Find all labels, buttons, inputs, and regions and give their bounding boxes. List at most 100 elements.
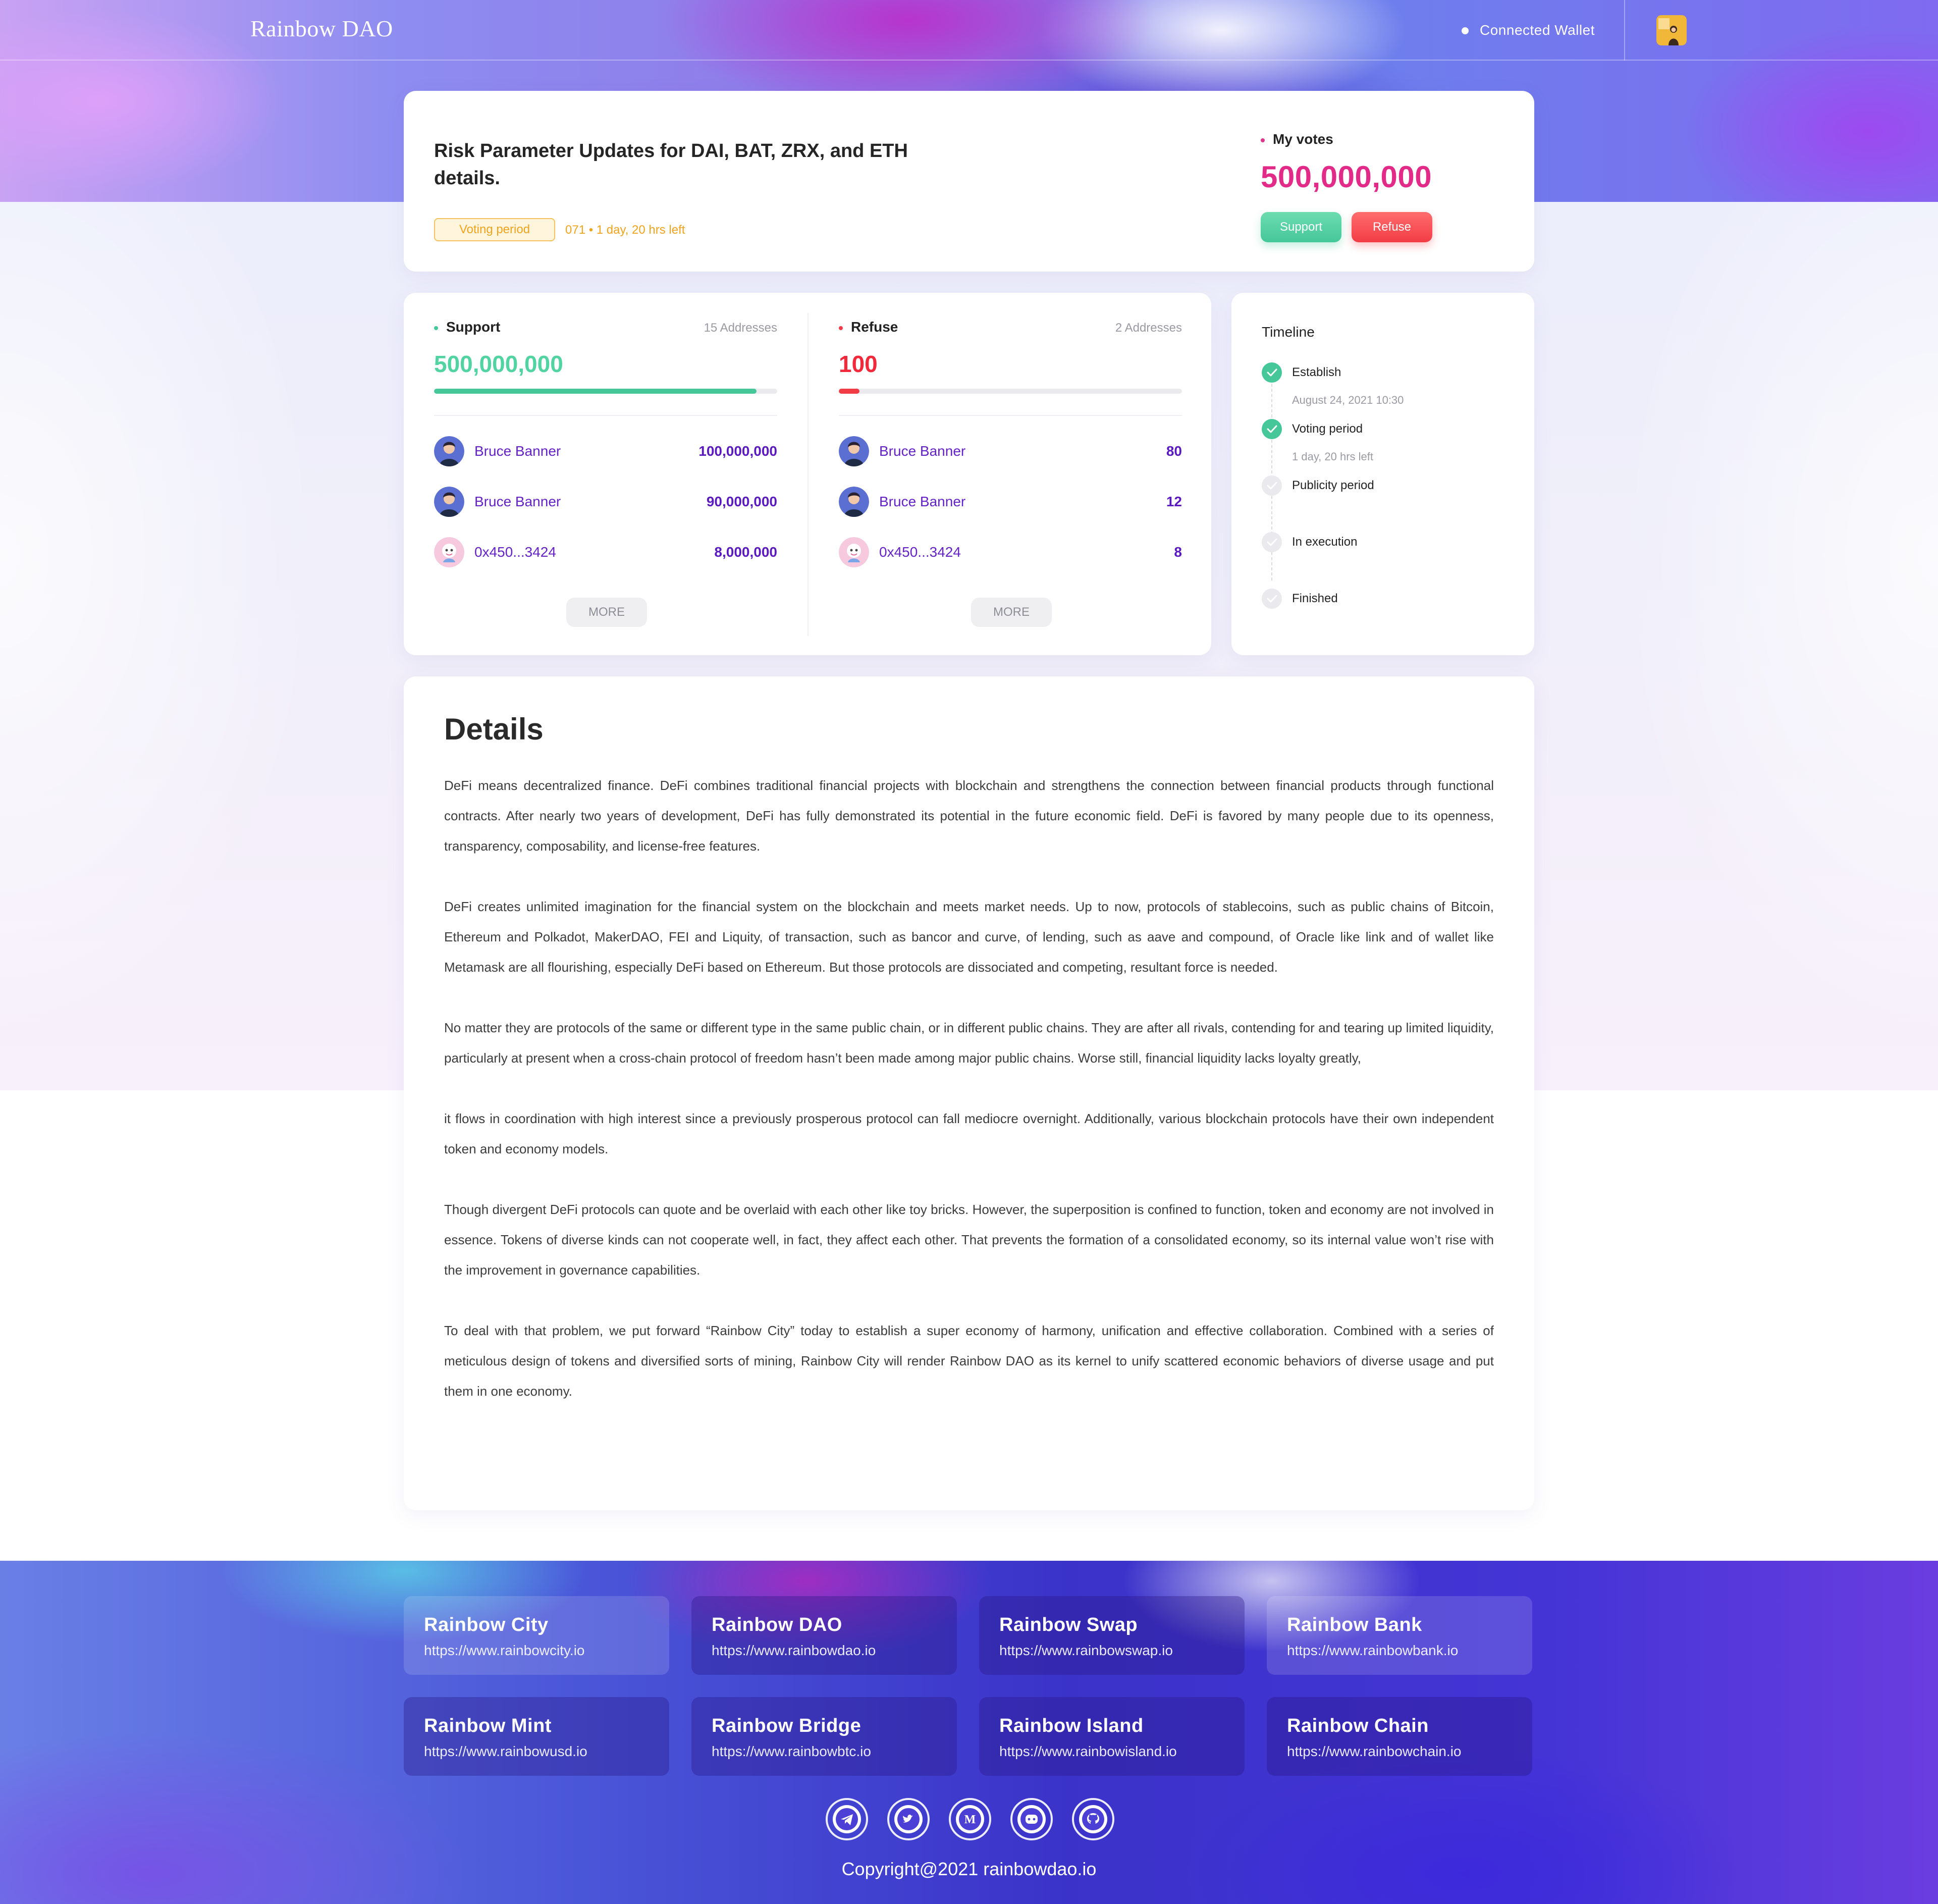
refuse-dot	[839, 326, 843, 330]
man-avatar	[839, 436, 869, 466]
footer-link-rainbow-island[interactable]: Rainbow Island https://www.rainbowisland…	[979, 1697, 1245, 1776]
support-button[interactable]: Support	[1261, 212, 1341, 242]
voter-amount: 8,000,000	[714, 544, 777, 560]
support-address-count: 15 Addresses	[704, 321, 777, 335]
timeline-step-label: In execution	[1292, 535, 1358, 549]
voter-name: Bruce Banner	[879, 443, 966, 459]
project-name: Rainbow Island	[999, 1715, 1144, 1736]
project-name: Rainbow Bridge	[712, 1715, 862, 1736]
github-icon[interactable]	[1072, 1798, 1114, 1840]
medium-icon[interactable]: M	[949, 1798, 991, 1840]
refuse-more-button[interactable]: MORE	[971, 598, 1052, 627]
support-progress-fill	[434, 389, 757, 394]
proposal-summary-card: Risk Parameter Updates for DAI, BAT, ZRX…	[404, 91, 1534, 272]
voter-amount: 8	[1174, 544, 1182, 560]
voter-row[interactable]: Bruce Banner 12	[839, 486, 1182, 518]
header-divider	[1624, 0, 1625, 61]
refuse-button[interactable]: Refuse	[1352, 212, 1432, 242]
voter-amount: 80	[1166, 443, 1182, 459]
timeline-step-label: Voting period	[1292, 422, 1363, 436]
my-votes-label: My votes	[1273, 131, 1333, 147]
voter-name: 0x450...3424	[474, 544, 556, 560]
my-votes-dot	[1261, 138, 1265, 142]
footer-link-rainbow-swap[interactable]: Rainbow Swap https://www.rainbowswap.io	[979, 1596, 1245, 1675]
check-icon	[1262, 362, 1282, 383]
support-more-button[interactable]: MORE	[566, 598, 647, 627]
voter-row[interactable]: 0x450...3424 8	[839, 536, 1182, 568]
cartoon-avatar	[434, 537, 464, 567]
voter-amount: 100,000,000	[698, 443, 777, 459]
refuse-column: Refuse 2 Addresses 100 Bruce Banner 80 B…	[839, 293, 1182, 655]
timeline-step-label: Publicity period	[1292, 479, 1374, 492]
man-avatar	[434, 487, 464, 517]
footer-link-rainbow-city[interactable]: Rainbow City https://www.rainbowcity.io	[404, 1596, 669, 1675]
telegram-icon[interactable]	[826, 1798, 868, 1840]
social-links: M	[826, 1798, 1116, 1840]
twitter-icon[interactable]	[887, 1798, 930, 1840]
details-paragraph: Though divergent DeFi protocols can quot…	[444, 1202, 1494, 1278]
project-name: Rainbow DAO	[712, 1614, 842, 1635]
wallet-status-dot	[1462, 27, 1469, 34]
man-avatar	[434, 436, 464, 466]
refuse-progress-fill	[839, 389, 859, 394]
logo[interactable]: Rainbow DAO	[250, 15, 393, 42]
cartoon-avatar	[839, 537, 869, 567]
voter-name: Bruce Banner	[879, 494, 966, 509]
column-divider	[807, 313, 809, 636]
project-url: https://www.rainbowbank.io	[1287, 1643, 1459, 1658]
voter-row[interactable]: Bruce Banner 100,000,000	[434, 435, 777, 467]
project-name: Rainbow Swap	[999, 1614, 1138, 1635]
refuse-total: 100	[839, 351, 878, 377]
my-votes-value: 500,000,000	[1261, 160, 1432, 194]
details-body: DeFi means decentralized finance. DeFi c…	[444, 770, 1494, 1437]
man-avatar	[839, 487, 869, 517]
discord-icon[interactable]	[1010, 1798, 1053, 1840]
details-paragraph: DeFi creates unlimited imagination for t…	[444, 899, 1494, 975]
voter-row[interactable]: 0x450...3424 8,000,000	[434, 536, 777, 568]
project-url: https://www.rainbowcity.io	[424, 1643, 585, 1658]
refuse-progress-bar	[839, 389, 1182, 394]
timeline-step-date: August 24, 2021 10:30	[1292, 394, 1404, 406]
support-label: Support	[446, 319, 501, 335]
timeline-title: Timeline	[1262, 324, 1315, 340]
user-avatar[interactable]	[1656, 15, 1687, 45]
voter-name: Bruce Banner	[474, 443, 561, 459]
support-column: Support 15 Addresses 500,000,000 Bruce B…	[434, 293, 777, 655]
project-url: https://www.rainbowdao.io	[712, 1643, 876, 1658]
project-name: Rainbow Mint	[424, 1715, 552, 1736]
details-paragraph: To deal with that problem, we put forwar…	[444, 1323, 1494, 1399]
copyright: Copyright@2021 rainbowdao.io	[841, 1859, 1097, 1879]
details-paragraph: DeFi means decentralized finance. DeFi c…	[444, 778, 1494, 854]
voter-name: 0x450...3424	[879, 544, 961, 560]
voter-amount: 12	[1166, 494, 1182, 509]
footer-link-rainbow-mint[interactable]: Rainbow Mint https://www.rainbowusd.io	[404, 1697, 669, 1776]
footer-link-rainbow-chain[interactable]: Rainbow Chain https://www.rainbowchain.i…	[1267, 1697, 1532, 1776]
voter-row[interactable]: Bruce Banner 80	[839, 435, 1182, 467]
timeline-step-remaining: 1 day, 20 hrs left	[1292, 450, 1374, 463]
refuse-address-count: 2 Addresses	[1115, 321, 1182, 335]
project-name: Rainbow Bank	[1287, 1614, 1422, 1635]
period-info: 071 • 1 day, 20 hrs left	[565, 223, 685, 237]
check-icon	[1262, 589, 1282, 609]
footer-link-rainbow-bank[interactable]: Rainbow Bank https://www.rainbowbank.io	[1267, 1596, 1532, 1675]
details-title: Details	[444, 712, 544, 746]
footer-link-rainbow-bridge[interactable]: Rainbow Bridge https://www.rainbowbtc.io	[691, 1697, 957, 1776]
divider	[839, 415, 1182, 416]
refuse-label: Refuse	[851, 319, 898, 335]
voter-row[interactable]: Bruce Banner 90,000,000	[434, 486, 777, 518]
divider	[434, 415, 777, 416]
project-url: https://www.rainbowisland.io	[999, 1743, 1177, 1759]
votes-card: Support 15 Addresses 500,000,000 Bruce B…	[404, 293, 1211, 655]
details-paragraph: No matter they are protocols of the same…	[444, 1020, 1494, 1066]
status-badge: Voting period	[434, 218, 555, 241]
timeline-card: Timeline Establish August 24, 2021 10:30…	[1231, 293, 1534, 655]
top-nav: Rainbow DAO Connected Wallet	[0, 0, 1938, 61]
connected-wallet-button[interactable]: Connected Wallet	[1480, 22, 1595, 38]
project-name: Rainbow Chain	[1287, 1715, 1429, 1736]
details-paragraph: it flows in coordination with high inter…	[444, 1111, 1494, 1156]
voter-name: Bruce Banner	[474, 494, 561, 509]
project-url: https://www.rainbowbtc.io	[712, 1743, 871, 1759]
footer-link-rainbow-dao[interactable]: Rainbow DAO https://www.rainbowdao.io	[691, 1596, 957, 1675]
project-url: https://www.rainbowusd.io	[424, 1743, 587, 1759]
support-total: 500,000,000	[434, 351, 563, 377]
